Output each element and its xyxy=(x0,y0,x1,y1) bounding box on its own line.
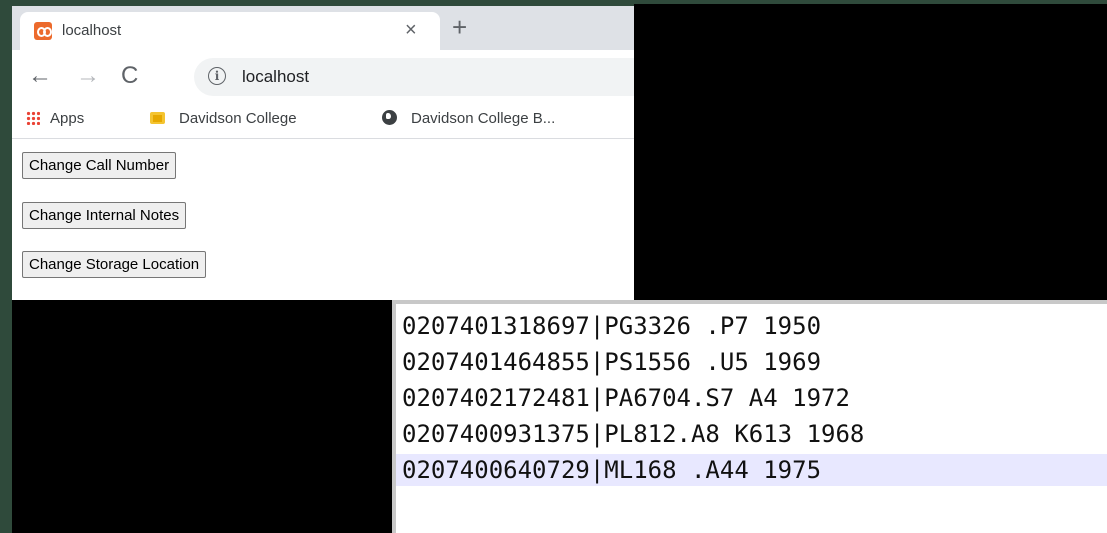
change-storage-location-button[interactable]: Change Storage Location xyxy=(22,251,207,278)
address-bar[interactable]: i localhost xyxy=(194,58,634,96)
url-text[interactable]: localhost xyxy=(242,67,309,87)
apps-grid-icon xyxy=(26,111,40,125)
reload-icon[interactable]: C xyxy=(121,63,138,89)
bookmark-label: Davidson College B... xyxy=(411,110,556,127)
change-internal-notes-button[interactable]: Change Internal Notes xyxy=(22,202,187,229)
tab-title: localhost xyxy=(62,22,122,39)
editor-line[interactable]: 0207401318697|PG3326 .P7 1950 xyxy=(396,310,1107,342)
editor-line-current[interactable]: 0207400640729|ML168 .A44 1975 xyxy=(396,454,1107,486)
browser-toolbar: ← → C i localhost xyxy=(12,50,634,104)
bookmark-davidson-college-b[interactable]: Davidson College B... xyxy=(382,110,555,127)
new-tab-button[interactable]: + xyxy=(452,14,467,40)
dark-backdrop-left xyxy=(12,300,392,533)
change-call-number-button[interactable]: Change Call Number xyxy=(22,152,177,179)
bookmark-label: Apps xyxy=(50,110,85,127)
back-arrow-icon[interactable]: ← xyxy=(28,63,52,89)
bookmark-label: Davidson College xyxy=(179,110,297,127)
text-editor[interactable]: 0207401318697|PG3326 .P7 1950 0207401464… xyxy=(392,300,1107,533)
editor-line[interactable]: 0207401464855|PS1556 .U5 1969 xyxy=(396,346,1107,378)
bookmark-davidson-college[interactable]: Davidson College xyxy=(150,110,297,127)
editor-line[interactable]: 0207400931375|PL812.A8 K613 1968 xyxy=(396,418,1107,450)
editor-line[interactable]: 0207402172481|PA6704.S7 A4 1972 xyxy=(396,382,1107,414)
forward-arrow-icon[interactable]: → xyxy=(76,63,100,89)
bookmarks-bar: Apps Davidson College Davidson College B… xyxy=(12,104,634,139)
folder-icon xyxy=(150,112,165,124)
bookmark-apps[interactable]: Apps xyxy=(26,110,84,127)
globe-icon xyxy=(382,110,397,125)
site-info-icon[interactable]: i xyxy=(208,67,226,85)
tab-strip: localhost × + xyxy=(12,6,634,50)
xampp-favicon-icon xyxy=(34,22,52,40)
browser-window: localhost × + ← → C i localhost Apps Dav… xyxy=(12,6,634,300)
close-tab-icon[interactable]: × xyxy=(405,19,417,41)
tab-localhost[interactable]: localhost × xyxy=(20,12,440,50)
dark-backdrop-right xyxy=(634,4,1107,300)
